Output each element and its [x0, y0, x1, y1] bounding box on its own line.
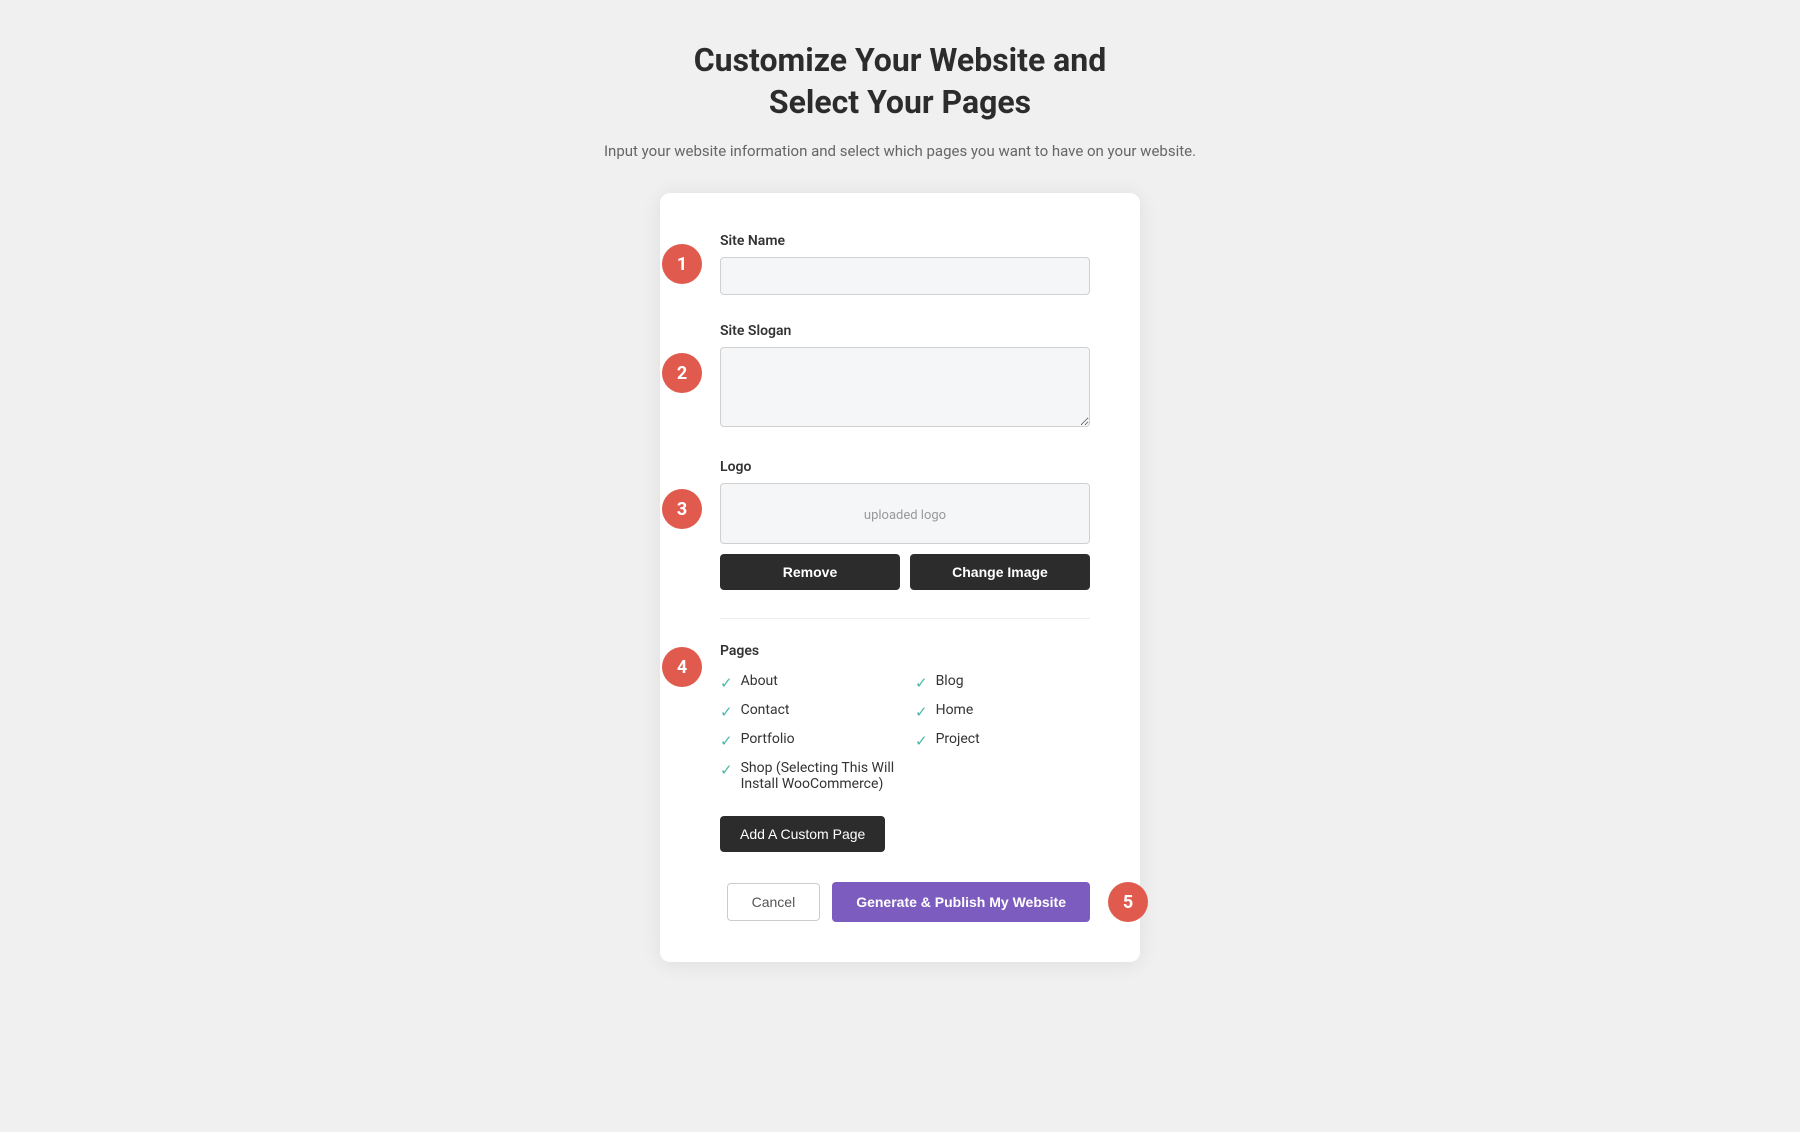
page-label-shop: Shop (Selecting This Will Install WooCom…: [741, 760, 895, 792]
page-item-project: ✓ Project: [915, 731, 1090, 750]
site-slogan-input[interactable]: [720, 347, 1090, 427]
page-header: Customize Your Website and Select Your P…: [604, 40, 1196, 163]
step-2-badge: 2: [662, 353, 702, 393]
change-image-button[interactable]: Change Image: [910, 554, 1090, 590]
page-item-shop: ✓ Shop (Selecting This Will Install WooC…: [720, 760, 895, 792]
remove-logo-button[interactable]: Remove: [720, 554, 900, 590]
site-slogan-label: Site Slogan: [720, 323, 1090, 339]
page-item-contact: ✓ Contact: [720, 702, 895, 721]
check-icon-contact: ✓: [720, 703, 733, 721]
logo-preview: uploaded logo: [720, 483, 1090, 544]
step-4-badge: 4: [662, 647, 702, 687]
site-name-section: 1 Site Name: [720, 233, 1090, 295]
page-title: Customize Your Website and Select Your P…: [604, 40, 1196, 123]
cancel-button[interactable]: Cancel: [727, 883, 821, 921]
generate-publish-button[interactable]: Generate & Publish My Website: [832, 882, 1090, 922]
page-label-portfolio: Portfolio: [741, 731, 795, 747]
page-label-contact: Contact: [741, 702, 790, 718]
site-name-input[interactable]: [720, 257, 1090, 295]
logo-preview-text: uploaded logo: [864, 508, 946, 523]
pages-label: Pages: [720, 643, 1090, 659]
check-icon-about: ✓: [720, 674, 733, 692]
logo-buttons: Remove Change Image: [720, 554, 1090, 590]
step-5-badge: 5: [1108, 882, 1148, 922]
step-1-badge: 1: [662, 244, 702, 284]
form-footer: Cancel Generate & Publish My Website 5: [720, 882, 1090, 922]
page-label-home: Home: [936, 702, 974, 718]
pages-grid: ✓ About ✓ Blog ✓ Contact ✓ Home ✓ Portfo…: [720, 673, 1090, 792]
logo-label: Logo: [720, 459, 1090, 475]
page-label-project: Project: [936, 731, 980, 747]
add-custom-page-button[interactable]: Add A Custom Page: [720, 816, 885, 852]
site-name-label: Site Name: [720, 233, 1090, 249]
page-item-blog: ✓ Blog: [915, 673, 1090, 692]
form-card: 1 Site Name 2 Site Slogan 3 Logo uploade…: [660, 193, 1140, 962]
step-3-badge: 3: [662, 489, 702, 529]
check-icon-shop: ✓: [720, 761, 733, 779]
page-item-about: ✓ About: [720, 673, 895, 692]
page-label-about: About: [741, 673, 778, 689]
page-item-portfolio: ✓ Portfolio: [720, 731, 895, 750]
page-subtitle: Input your website information and selec…: [604, 139, 1196, 163]
check-icon-blog: ✓: [915, 674, 928, 692]
check-icon-project: ✓: [915, 732, 928, 750]
check-icon-home: ✓: [915, 703, 928, 721]
logo-section: 3 Logo uploaded logo Remove Change Image: [720, 459, 1090, 590]
site-slogan-section: 2 Site Slogan: [720, 323, 1090, 431]
divider: [720, 618, 1090, 619]
check-icon-portfolio: ✓: [720, 732, 733, 750]
page-label-blog: Blog: [936, 673, 964, 689]
page-item-home: ✓ Home: [915, 702, 1090, 721]
pages-section: 4 Pages ✓ About ✓ Blog ✓ Contact ✓ Home …: [720, 643, 1090, 852]
